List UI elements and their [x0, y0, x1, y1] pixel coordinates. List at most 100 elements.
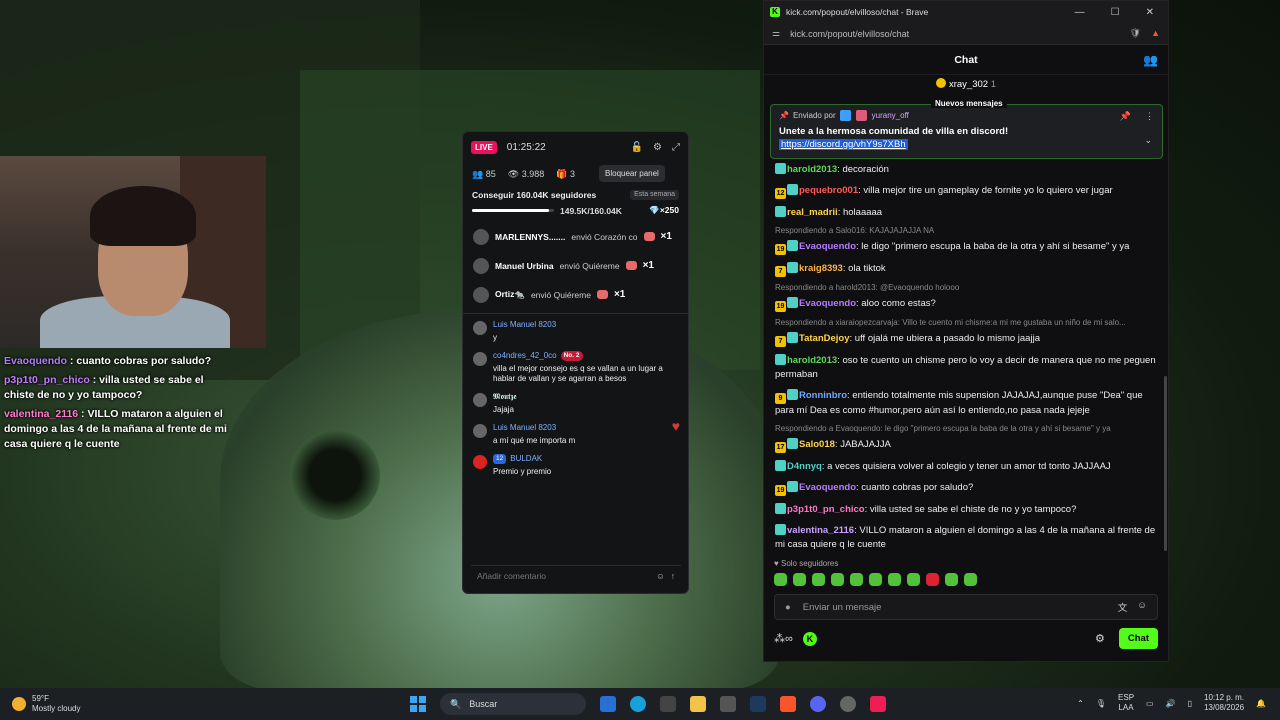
- chat-message: p3p1t0_pn_chico: villa usted se sabe el …: [775, 499, 1157, 520]
- windows-taskbar: 59°F Mostly cloudy 🔍 Buscar ⌃ 🎙 ESP LAA ▭ 🔊…: [0, 688, 1280, 720]
- lock-icon[interactable]: 🔓: [631, 142, 643, 153]
- brave-icon[interactable]: [780, 696, 796, 712]
- user-icon[interactable]: ●: [785, 602, 791, 613]
- battery-icon[interactable]: ▯: [1188, 699, 1192, 708]
- shield-icon[interactable]: 🛡: [1130, 28, 1141, 39]
- vip-badge: [775, 459, 786, 471]
- emote-icon[interactable]: [793, 573, 806, 586]
- message-input[interactable]: ● Enviar un mensaje 文 ☺: [774, 594, 1158, 620]
- discord-link[interactable]: https://discord.gg/vhY9s7XBh: [779, 139, 908, 150]
- send-arrow-icon[interactable]: ↑: [671, 571, 675, 581]
- kick-coin-icon[interactable]: K: [802, 631, 817, 646]
- translate-icon[interactable]: 文: [1118, 600, 1128, 614]
- emote-icon[interactable]: [964, 573, 977, 586]
- chat-message: valentina_2116: VILLO mataron a alguien …: [775, 520, 1157, 555]
- chat-username[interactable]: valentina_2116: [787, 525, 854, 536]
- gift-item: Ortiz🐀 envió Quiéreme ×1: [463, 280, 688, 309]
- store-icon[interactable]: [660, 696, 676, 712]
- chatters-icon[interactable]: 👥: [1143, 53, 1158, 67]
- overlay-chat: Evaoquendo : cuanto cobras por saludo? p…: [0, 352, 240, 454]
- chevron-down-icon[interactable]: ⌄: [1144, 135, 1152, 146]
- chevron-up-icon[interactable]: ⌃: [1077, 699, 1084, 708]
- chat-username[interactable]: Salo018: [799, 439, 835, 450]
- microphone-icon[interactable]: 🎙: [1096, 699, 1106, 708]
- brave-rewards-icon[interactable]: ▲: [1151, 28, 1160, 39]
- weather-widget[interactable]: 59°F Mostly cloudy: [0, 694, 200, 714]
- more-options-icon[interactable]: ⋮: [1145, 111, 1154, 122]
- chat-text: : aloo como estas?: [856, 297, 936, 309]
- unpin-icon[interactable]: 📌: [1120, 111, 1131, 122]
- emote-icon[interactable]: [812, 573, 825, 586]
- emoji-icon[interactable]: ☺: [1137, 600, 1147, 614]
- emote-icon[interactable]: [831, 573, 844, 586]
- subscriber-badge: 9: [775, 392, 786, 404]
- subscriber-badge: 19: [775, 243, 786, 255]
- app-icon[interactable]: [840, 696, 856, 712]
- tiktok-icon[interactable]: [870, 696, 886, 712]
- chat-username[interactable]: TatanDejoy: [799, 333, 850, 344]
- pin-icon: 📌: [779, 111, 789, 120]
- chat-username[interactable]: kraig8393: [799, 263, 843, 274]
- chat-username[interactable]: p3p1t0_pn_chico: [787, 504, 865, 515]
- chat-username[interactable]: real_madrii: [787, 207, 838, 218]
- chat-username[interactable]: D4nnyq: [787, 461, 822, 472]
- volume-icon[interactable]: 🔊: [1166, 699, 1176, 708]
- edge-icon[interactable]: [630, 696, 646, 712]
- folder-icon[interactable]: [690, 696, 706, 712]
- emote-icon[interactable]: [888, 573, 901, 586]
- vip-badge: [787, 480, 798, 492]
- emoji-icon[interactable]: ☺: [656, 571, 665, 581]
- heart-icon[interactable]: ♥: [672, 418, 680, 434]
- gear-icon[interactable]: ⚙: [1095, 632, 1105, 645]
- monitor-icon[interactable]: ▭: [1146, 699, 1154, 708]
- comment: Luis Manuel 8203 y: [473, 320, 678, 343]
- emote-icon[interactable]: [926, 573, 939, 586]
- minimize-icon[interactable]: —: [1075, 7, 1085, 18]
- steam-icon[interactable]: [750, 696, 766, 712]
- social-share-icon[interactable]: ⁂∞: [774, 632, 793, 645]
- close-icon[interactable]: ✕: [1146, 7, 1154, 18]
- chat-send-button[interactable]: Chat: [1118, 628, 1158, 649]
- discord-icon[interactable]: [810, 696, 826, 712]
- language-indicator[interactable]: ESP LAA: [1118, 693, 1134, 713]
- app-icon[interactable]: [600, 696, 616, 712]
- emote-icon[interactable]: [945, 573, 958, 586]
- url-text[interactable]: kick.com/popout/elvilloso/chat: [790, 29, 909, 39]
- expand-icon[interactable]: ⤢: [672, 142, 680, 153]
- emote-icon[interactable]: [850, 573, 863, 586]
- top-gifter: xray_302 1: [764, 75, 1168, 93]
- moderator-badge: [839, 110, 851, 121]
- emote-icon[interactable]: [869, 573, 882, 586]
- followers-stat: 👥 85: [472, 168, 496, 179]
- site-settings-icon[interactable]: ⚌: [772, 28, 780, 39]
- chat-username[interactable]: harold2013: [787, 355, 837, 366]
- chat-text: : a veces quisiera volver al colegio y t…: [821, 460, 1111, 472]
- clock[interactable]: 10:12 p. m. 13/08/2026: [1204, 693, 1244, 713]
- emote-icon[interactable]: [907, 573, 920, 586]
- gear-icon[interactable]: ⚙: [653, 142, 662, 153]
- taskbar-search[interactable]: 🔍 Buscar: [440, 693, 586, 715]
- windows-start-icon[interactable]: [410, 696, 426, 712]
- comment-input[interactable]: Añadir comentario ☺ ↑: [471, 565, 681, 585]
- diamond-icon: 💎: [649, 205, 660, 215]
- chat-username[interactable]: Evaoquendo: [799, 241, 856, 252]
- address-bar[interactable]: ⚌ kick.com/popout/elvilloso/chat 🛡 ▲: [764, 23, 1168, 45]
- goal-progress-fill: [472, 209, 549, 212]
- vip-badge: [775, 523, 786, 535]
- pinned-message[interactable]: Nuevos mensajes 📌 Enviado por yurany_off U…: [770, 99, 1163, 159]
- chat-scrollbar[interactable]: [1164, 376, 1167, 551]
- notification-icon[interactable]: 🔔: [1256, 699, 1266, 708]
- subscriber-badge: 19: [775, 300, 786, 312]
- chat-username[interactable]: pequebro001: [799, 185, 858, 196]
- chat-username[interactable]: harold2013: [787, 164, 837, 175]
- new-messages-banner[interactable]: Nuevos mensajes: [931, 99, 1007, 108]
- chat-username[interactable]: Evaoquendo: [799, 298, 856, 309]
- emote-icon[interactable]: [774, 573, 787, 586]
- app-icon[interactable]: [720, 696, 736, 712]
- gift-item: Manuel Urbina envió Quiéreme ×1: [463, 251, 688, 280]
- emote-bar: [774, 573, 1158, 586]
- maximize-icon[interactable]: ☐: [1111, 7, 1120, 18]
- chat-username[interactable]: Evaoquendo: [799, 482, 856, 493]
- chat-username[interactable]: Ronninbro: [799, 390, 847, 401]
- chat-text: : uff ojalá me ubiera a pasado lo mismo …: [849, 332, 1040, 344]
